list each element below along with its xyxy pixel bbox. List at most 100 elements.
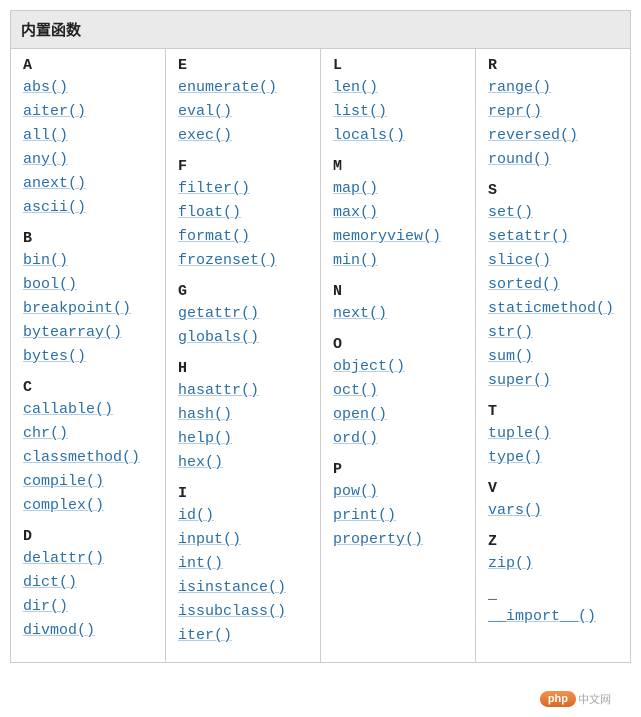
function-link[interactable]: type() [488,446,618,470]
function-link[interactable]: abs() [23,76,153,100]
function-link[interactable]: compile() [23,470,153,494]
group-F: Ffilter()float()format()frozenset() [178,158,308,273]
group-header: S [488,182,618,199]
group-header: D [23,528,153,545]
function-link[interactable]: iter() [178,624,308,648]
function-link[interactable]: any() [23,148,153,172]
function-link[interactable]: id() [178,504,308,528]
function-link[interactable]: __import__() [488,605,618,629]
function-link[interactable]: bool() [23,273,153,297]
group-E: Eenumerate()eval()exec() [178,57,308,148]
function-link[interactable]: bytes() [23,345,153,369]
function-link[interactable]: divmod() [23,619,153,643]
function-link[interactable]: aiter() [23,100,153,124]
column-1: Eenumerate()eval()exec() Ffilter()float()… [166,49,321,662]
function-link[interactable]: globals() [178,326,308,350]
function-link[interactable]: min() [333,249,463,273]
function-link[interactable]: getattr() [178,302,308,326]
function-link[interactable]: repr() [488,100,618,124]
function-link[interactable]: super() [488,369,618,393]
function-link[interactable]: memoryview() [333,225,463,249]
group-header: T [488,403,618,420]
function-link[interactable]: round() [488,148,618,172]
function-link[interactable]: isinstance() [178,576,308,600]
group-S: Sset()setattr()slice()sorted()staticmeth… [488,182,618,393]
group-header: Z [488,533,618,550]
group-header: O [333,336,463,353]
group-header: H [178,360,308,377]
function-link[interactable]: dict() [23,571,153,595]
function-link[interactable]: chr() [23,422,153,446]
group-header: B [23,230,153,247]
function-link[interactable]: complex() [23,494,153,518]
builtin-functions-table: 内置函数 Aabs()aiter()all()any()anext()ascii… [10,10,631,663]
group-I: Iid()input()int()isinstance()issubclass(… [178,485,308,648]
group-Z: Zzip() [488,533,618,576]
function-link[interactable]: pow() [333,480,463,504]
function-link[interactable]: next() [333,302,463,326]
function-link[interactable]: zip() [488,552,618,576]
function-link[interactable]: dir() [23,595,153,619]
function-link[interactable]: filter() [178,177,308,201]
table-columns: Aabs()aiter()all()any()anext()ascii()Bbi… [11,49,630,662]
function-link[interactable]: print() [333,504,463,528]
group-G: Ggetattr()globals() [178,283,308,350]
function-link[interactable]: reversed() [488,124,618,148]
function-link[interactable]: frozenset() [178,249,308,273]
function-link[interactable]: open() [333,403,463,427]
group-header: G [178,283,308,300]
function-link[interactable]: bin() [23,249,153,273]
function-link[interactable]: eval() [178,100,308,124]
group-P: Ppow()print()property() [333,461,463,552]
function-link[interactable]: breakpoint() [23,297,153,321]
function-link[interactable]: classmethod() [23,446,153,470]
column-0: Aabs()aiter()all()any()anext()ascii()Bbi… [11,49,166,662]
function-link[interactable]: object() [333,355,463,379]
function-link[interactable]: bytearray() [23,321,153,345]
function-link[interactable]: property() [333,528,463,552]
group-header: N [333,283,463,300]
function-link[interactable]: sorted() [488,273,618,297]
function-link[interactable]: hasattr() [178,379,308,403]
function-link[interactable]: hex() [178,451,308,475]
function-link[interactable]: input() [178,528,308,552]
function-link[interactable]: staticmethod() [488,297,618,321]
function-link[interactable]: sum() [488,345,618,369]
function-link[interactable]: help() [178,427,308,451]
function-link[interactable]: ord() [333,427,463,451]
function-link[interactable]: list() [333,100,463,124]
function-link[interactable]: issubclass() [178,600,308,624]
column-3: Rrange()repr()reversed()round() Sset()set… [476,49,630,662]
group-header: R [488,57,618,74]
function-link[interactable]: exec() [178,124,308,148]
function-link[interactable]: oct() [333,379,463,403]
group-header: L [333,57,463,74]
function-link[interactable]: anext() [23,172,153,196]
group-L: Llen()list()locals() [333,57,463,148]
function-link[interactable]: len() [333,76,463,100]
function-link[interactable]: locals() [333,124,463,148]
group-header: C [23,379,153,396]
function-link[interactable]: setattr() [488,225,618,249]
function-link[interactable]: map() [333,177,463,201]
function-link[interactable]: set() [488,201,618,225]
function-link[interactable]: enumerate() [178,76,308,100]
group-D: Ddelattr()dict()dir()divmod() [23,528,153,643]
group-H: Hhasattr()hash()help()hex() [178,360,308,475]
function-link[interactable]: hash() [178,403,308,427]
function-link[interactable]: int() [178,552,308,576]
function-link[interactable]: tuple() [488,422,618,446]
function-link[interactable]: range() [488,76,618,100]
function-link[interactable]: delattr() [23,547,153,571]
function-link[interactable]: str() [488,321,618,345]
function-link[interactable]: vars() [488,499,618,523]
function-link[interactable]: float() [178,201,308,225]
function-link[interactable]: max() [333,201,463,225]
function-link[interactable]: format() [178,225,308,249]
group-C: Ccallable()chr()classmethod()compile()co… [23,379,153,518]
group-header: F [178,158,308,175]
function-link[interactable]: slice() [488,249,618,273]
function-link[interactable]: all() [23,124,153,148]
function-link[interactable]: callable() [23,398,153,422]
function-link[interactable]: ascii() [23,196,153,220]
